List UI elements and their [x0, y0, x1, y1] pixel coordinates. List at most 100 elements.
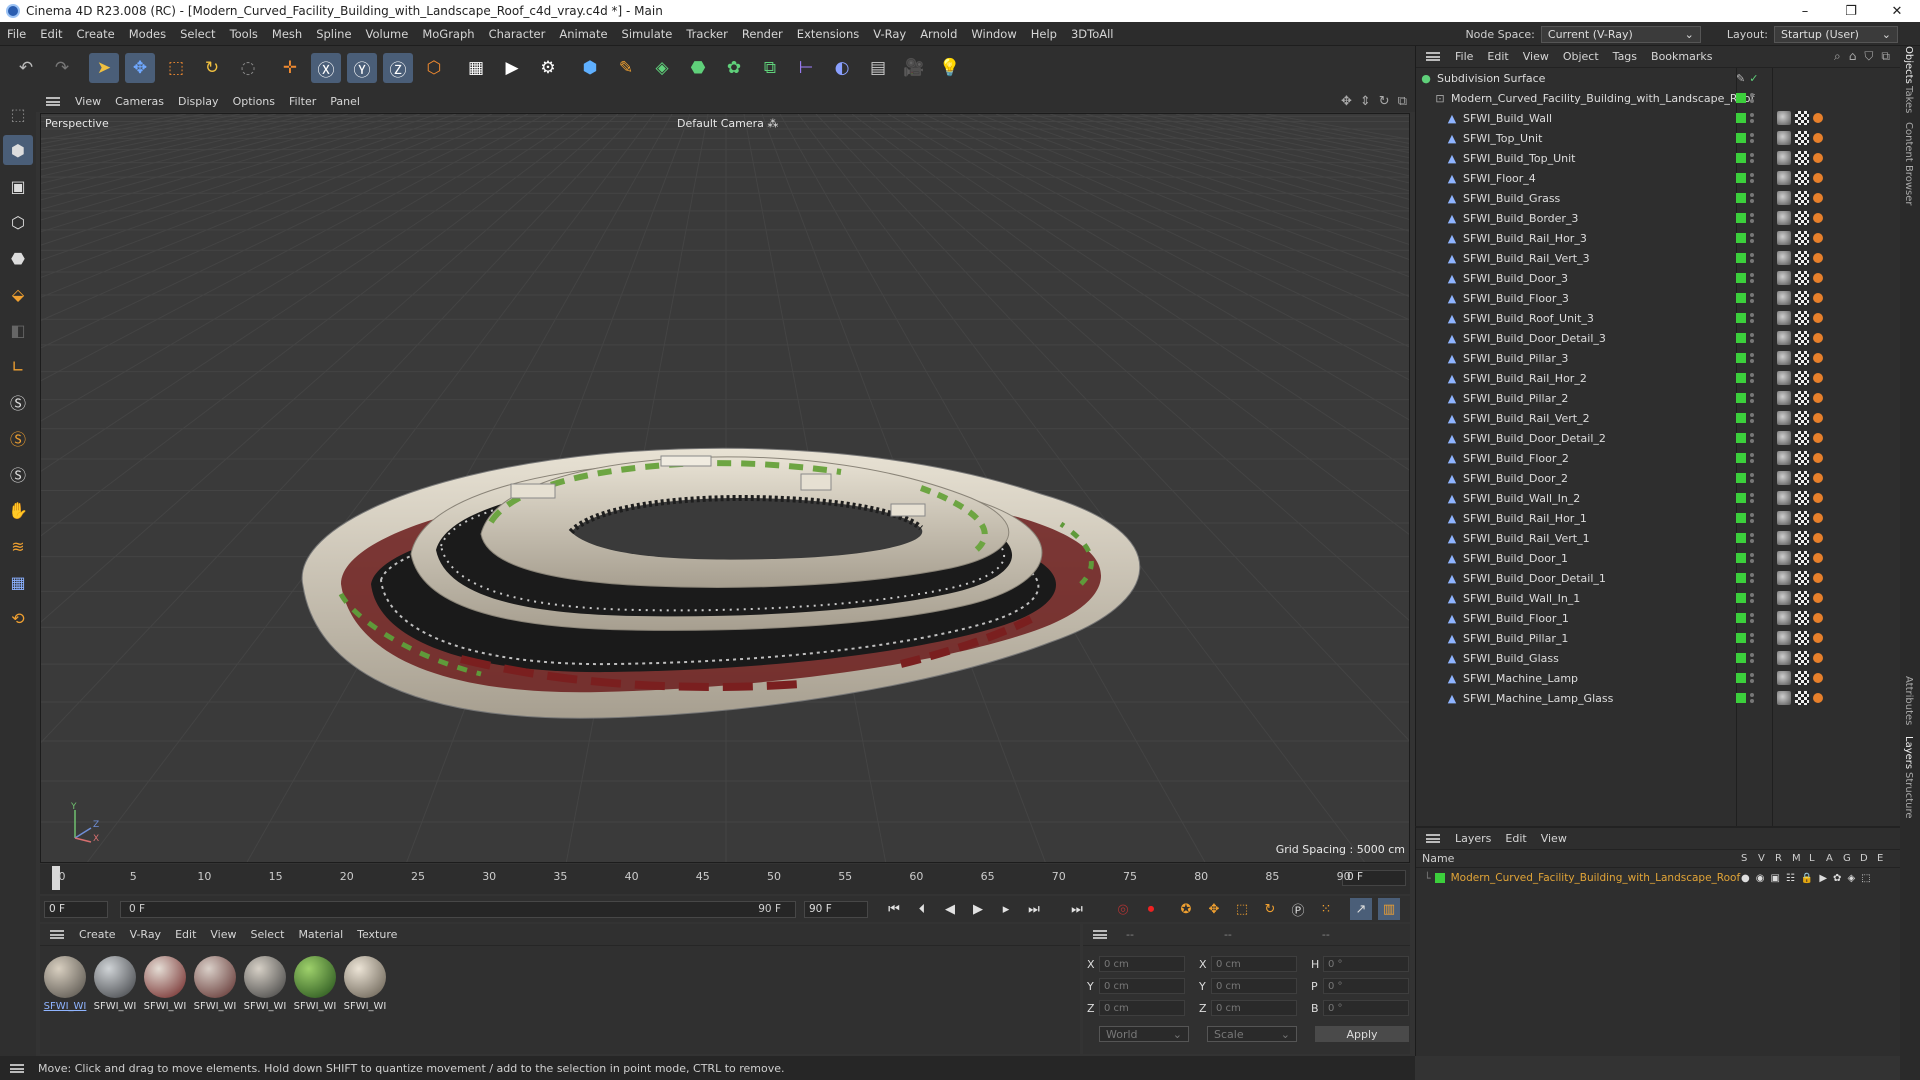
rotation-field[interactable]: 0 ° — [1323, 978, 1409, 994]
rotate-button[interactable]: ↻ — [197, 53, 227, 83]
motion-path-button[interactable]: ↗ — [1350, 898, 1372, 920]
object-row[interactable]: ▲ SFWI_Build_Rail_Vert_2 — [1416, 408, 1901, 428]
layer-color-icon[interactable] — [1736, 373, 1746, 383]
vray-tag-icon[interactable] — [1813, 573, 1823, 583]
visibility-dots-icon[interactable] — [1750, 113, 1754, 123]
menu-edit[interactable]: Edit — [33, 27, 69, 41]
uvw-tag-icon[interactable] — [1795, 431, 1809, 445]
material-tag-icon[interactable] — [1777, 271, 1791, 285]
x-axis-button[interactable]: Ⓧ — [311, 53, 341, 83]
scale-key-button[interactable]: ⬚ — [1231, 898, 1253, 920]
frame-range-slider[interactable]: 0 F 90 F — [120, 900, 796, 918]
vray-tag-icon[interactable] — [1813, 473, 1823, 483]
size-field[interactable]: 0 cm — [1211, 956, 1297, 972]
object-row-group[interactable]: ⊡ Modern_Curved_Facility_Building_with_La… — [1416, 88, 1901, 108]
layer-color-icon[interactable] — [1736, 693, 1746, 703]
object-row[interactable]: ▲ SFWI_Build_Door_1 — [1416, 548, 1901, 568]
layer-color-icon[interactable] — [1736, 353, 1746, 363]
manager-icon[interactable]: ☷ — [1786, 873, 1795, 884]
menu-animate[interactable]: Animate — [552, 27, 614, 41]
material-item[interactable]: SFWI_WI — [192, 956, 238, 1012]
home-icon[interactable]: ⌂ — [1849, 49, 1857, 64]
rotation-key-button[interactable]: ↻ — [1259, 898, 1281, 920]
vray-tag-icon[interactable] — [1813, 653, 1823, 663]
vray-tag-icon[interactable] — [1813, 293, 1823, 303]
layer-color-icon[interactable] — [1736, 173, 1746, 183]
layer-color-icon[interactable] — [1736, 133, 1746, 143]
render-settings-button[interactable]: ⚙ — [533, 53, 563, 83]
visibility-dots-icon[interactable] — [1750, 593, 1754, 603]
enabled-check-icon[interactable]: ✓ — [1749, 72, 1758, 85]
dock-tab-objects[interactable]: Objects — [1903, 46, 1914, 84]
material-tag-icon[interactable] — [1777, 611, 1791, 625]
material-tag-icon[interactable] — [1777, 171, 1791, 185]
undo-button[interactable]: ↶ — [11, 53, 41, 83]
vray-tag-icon[interactable] — [1813, 633, 1823, 643]
go-to-end-button[interactable]: ⏭ — [1066, 898, 1088, 920]
visibility-dots-icon[interactable] — [1750, 273, 1754, 283]
layer-color-icon[interactable] — [1736, 393, 1746, 403]
previous-key-button[interactable]: ⏴ — [911, 898, 933, 920]
object-row[interactable]: ▲ SFWI_Build_Border_3 — [1416, 208, 1901, 228]
viewport-menu-cameras[interactable]: Cameras — [108, 95, 171, 108]
go-to-start-button[interactable]: ⏮ — [883, 898, 905, 920]
layer-color-icon[interactable] — [1736, 193, 1746, 203]
camera-button[interactable]: 🎥 — [899, 53, 929, 83]
pen-button[interactable]: ✎ — [611, 53, 641, 83]
viewport-menu-options[interactable]: Options — [226, 95, 282, 108]
material-tag-icon[interactable] — [1777, 551, 1791, 565]
bend-button[interactable]: ⧉ — [755, 53, 785, 83]
layer-color-icon[interactable] — [1736, 513, 1746, 523]
material-tag-icon[interactable] — [1777, 351, 1791, 365]
layout-dropdown[interactable]: Startup (User) ⌄ — [1774, 25, 1898, 43]
visibility-dots-icon[interactable] — [1750, 693, 1754, 703]
visibility-dots-icon[interactable] — [1750, 513, 1754, 523]
menu-character[interactable]: Character — [482, 27, 553, 41]
snap-button-1[interactable]: Ⓢ — [3, 387, 33, 417]
material-tag-icon[interactable] — [1777, 451, 1791, 465]
position-field[interactable]: 0 cm — [1099, 978, 1185, 994]
texture-mode-button[interactable]: ▣ — [3, 171, 33, 201]
size-field[interactable]: 0 cm — [1211, 978, 1297, 994]
visibility-dots-icon[interactable] — [1750, 433, 1754, 443]
layer-color-icon[interactable] — [1736, 213, 1746, 223]
object-row[interactable]: ▲ SFWI_Machine_Lamp_Glass — [1416, 688, 1901, 708]
material-tag-icon[interactable] — [1777, 131, 1791, 145]
visibility-dots-icon[interactable] — [1750, 373, 1754, 383]
material-tag-icon[interactable] — [1777, 591, 1791, 605]
size-field[interactable]: 0 cm — [1211, 1000, 1297, 1016]
menu-tools[interactable]: Tools — [223, 27, 265, 41]
object-row[interactable]: ▲ SFWI_Build_Rail_Vert_1 — [1416, 528, 1901, 548]
layer-menu-view[interactable]: View — [1534, 832, 1574, 845]
visibility-dots-icon[interactable] — [1750, 153, 1754, 163]
menu-arnold[interactable]: Arnold — [913, 27, 964, 41]
next-frame-button[interactable]: ▸ — [995, 898, 1017, 920]
object-menu-file[interactable]: File — [1448, 50, 1480, 63]
object-row[interactable]: ▲ SFWI_Build_Door_Detail_3 — [1416, 328, 1901, 348]
uvw-tag-icon[interactable] — [1795, 131, 1809, 145]
model-mode-button[interactable]: ⬢ — [3, 135, 33, 165]
uvw-tag-icon[interactable] — [1795, 211, 1809, 225]
object-menu-object[interactable]: Object — [1556, 50, 1606, 63]
material-item[interactable]: SFWI_WI — [42, 956, 88, 1012]
vray-tag-icon[interactable] — [1813, 493, 1823, 503]
uvw-tag-icon[interactable] — [1795, 311, 1809, 325]
visibility-dots-icon[interactable] — [1750, 193, 1754, 203]
layer-color-icon[interactable] — [1736, 273, 1746, 283]
generator-icon[interactable]: ✿ — [1833, 873, 1841, 884]
previous-frame-button[interactable]: ◀ — [939, 898, 961, 920]
object-row[interactable]: ▲ SFWI_Build_Glass — [1416, 648, 1901, 668]
visibility-dots-icon[interactable] — [1750, 413, 1754, 423]
material-tag-icon[interactable] — [1777, 511, 1791, 525]
object-row[interactable]: ▲ SFWI_Build_Wall_In_1 — [1416, 588, 1901, 608]
uvw-tag-icon[interactable] — [1795, 151, 1809, 165]
recent-tool-button[interactable]: ◌ — [233, 53, 263, 83]
viewport-menu-panel[interactable]: Panel — [323, 95, 367, 108]
layer-color-icon[interactable] — [1736, 153, 1746, 163]
dock-tab-structure[interactable]: Structure — [1903, 772, 1914, 819]
material-tag-icon[interactable] — [1777, 691, 1791, 705]
object-row[interactable]: ▲ SFWI_Build_Grass — [1416, 188, 1901, 208]
material-tag-icon[interactable] — [1777, 631, 1791, 645]
uvw-tag-icon[interactable] — [1795, 231, 1809, 245]
layer-color-icon[interactable] — [1736, 613, 1746, 623]
